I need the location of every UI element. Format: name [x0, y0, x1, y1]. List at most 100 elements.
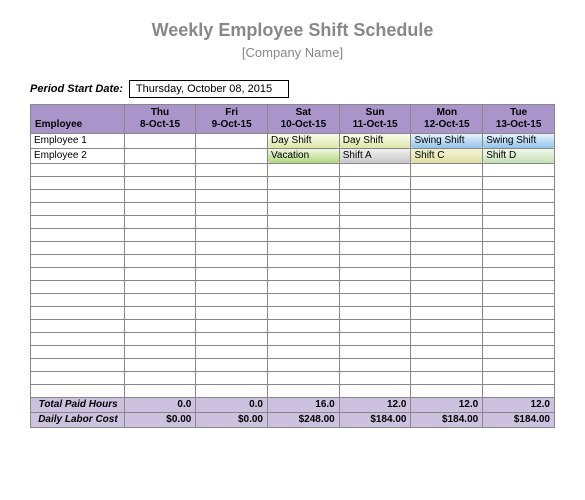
- shift-cell[interactable]: [483, 372, 555, 385]
- shift-cell[interactable]: [124, 333, 196, 346]
- shift-cell[interactable]: [483, 255, 555, 268]
- shift-cell[interactable]: [196, 216, 268, 229]
- shift-cell[interactable]: [124, 134, 196, 149]
- shift-cell[interactable]: [267, 242, 339, 255]
- employee-name-cell[interactable]: [31, 216, 125, 229]
- shift-cell[interactable]: [196, 255, 268, 268]
- shift-cell[interactable]: [411, 268, 483, 281]
- employee-name-cell[interactable]: [31, 333, 125, 346]
- shift-cell[interactable]: [411, 177, 483, 190]
- shift-cell[interactable]: [267, 216, 339, 229]
- shift-cell[interactable]: Swing Shift: [411, 134, 483, 149]
- employee-name-cell[interactable]: [31, 177, 125, 190]
- shift-cell[interactable]: [411, 242, 483, 255]
- employee-name-cell[interactable]: [31, 385, 125, 398]
- shift-cell[interactable]: [196, 268, 268, 281]
- shift-cell[interactable]: [483, 320, 555, 333]
- shift-cell[interactable]: [411, 164, 483, 177]
- shift-cell[interactable]: Shift D: [483, 149, 555, 164]
- shift-cell[interactable]: [483, 346, 555, 359]
- shift-cell[interactable]: [196, 242, 268, 255]
- shift-cell[interactable]: [124, 294, 196, 307]
- shift-cell[interactable]: [411, 255, 483, 268]
- shift-cell[interactable]: [339, 333, 411, 346]
- shift-cell[interactable]: [124, 149, 196, 164]
- shift-cell[interactable]: [483, 177, 555, 190]
- shift-cell[interactable]: [267, 346, 339, 359]
- shift-cell[interactable]: [339, 177, 411, 190]
- shift-cell[interactable]: [267, 177, 339, 190]
- employee-name-cell[interactable]: [31, 255, 125, 268]
- shift-cell[interactable]: Shift C: [411, 149, 483, 164]
- shift-cell[interactable]: [411, 346, 483, 359]
- shift-cell[interactable]: [267, 320, 339, 333]
- employee-name-cell[interactable]: [31, 229, 125, 242]
- shift-cell[interactable]: [196, 333, 268, 346]
- employee-name-cell[interactable]: [31, 281, 125, 294]
- shift-cell[interactable]: [196, 149, 268, 164]
- shift-cell[interactable]: [411, 359, 483, 372]
- shift-cell[interactable]: [483, 190, 555, 203]
- shift-cell[interactable]: [411, 294, 483, 307]
- shift-cell[interactable]: [267, 203, 339, 216]
- shift-cell[interactable]: [196, 203, 268, 216]
- shift-cell[interactable]: [411, 190, 483, 203]
- shift-cell[interactable]: [196, 177, 268, 190]
- shift-cell[interactable]: [124, 190, 196, 203]
- shift-cell[interactable]: [411, 333, 483, 346]
- shift-cell[interactable]: [339, 203, 411, 216]
- shift-cell[interactable]: [196, 190, 268, 203]
- shift-cell[interactable]: [267, 333, 339, 346]
- shift-cell[interactable]: [483, 307, 555, 320]
- shift-cell[interactable]: [411, 320, 483, 333]
- employee-name-cell[interactable]: [31, 372, 125, 385]
- shift-cell[interactable]: [483, 294, 555, 307]
- shift-cell[interactable]: [339, 216, 411, 229]
- shift-cell[interactable]: Day Shift: [339, 134, 411, 149]
- shift-cell[interactable]: [267, 281, 339, 294]
- employee-name-cell[interactable]: [31, 190, 125, 203]
- shift-cell[interactable]: [339, 346, 411, 359]
- shift-cell[interactable]: Vacation: [267, 149, 339, 164]
- shift-cell[interactable]: Day Shift: [267, 134, 339, 149]
- shift-cell[interactable]: [124, 281, 196, 294]
- shift-cell[interactable]: [267, 372, 339, 385]
- shift-cell[interactable]: [196, 307, 268, 320]
- shift-cell[interactable]: [124, 216, 196, 229]
- shift-cell[interactable]: [124, 359, 196, 372]
- shift-cell[interactable]: [267, 385, 339, 398]
- shift-cell[interactable]: [483, 359, 555, 372]
- shift-cell[interactable]: [124, 268, 196, 281]
- shift-cell[interactable]: [339, 294, 411, 307]
- shift-cell[interactable]: [267, 229, 339, 242]
- employee-name-cell[interactable]: [31, 164, 125, 177]
- shift-cell[interactable]: [124, 177, 196, 190]
- shift-cell[interactable]: [124, 242, 196, 255]
- shift-cell[interactable]: [196, 346, 268, 359]
- shift-cell[interactable]: [339, 242, 411, 255]
- employee-name-cell[interactable]: [31, 268, 125, 281]
- employee-name-cell[interactable]: [31, 203, 125, 216]
- shift-cell[interactable]: [267, 294, 339, 307]
- shift-cell[interactable]: [196, 359, 268, 372]
- shift-cell[interactable]: [411, 203, 483, 216]
- shift-cell[interactable]: [483, 164, 555, 177]
- shift-cell[interactable]: [196, 281, 268, 294]
- shift-cell[interactable]: [339, 255, 411, 268]
- employee-name-cell[interactable]: Employee 2: [31, 149, 125, 164]
- shift-cell[interactable]: [411, 216, 483, 229]
- shift-cell[interactable]: [124, 255, 196, 268]
- shift-cell[interactable]: [124, 164, 196, 177]
- shift-cell[interactable]: [196, 134, 268, 149]
- shift-cell[interactable]: [196, 320, 268, 333]
- shift-cell[interactable]: [483, 229, 555, 242]
- shift-cell[interactable]: [339, 359, 411, 372]
- shift-cell[interactable]: [339, 307, 411, 320]
- shift-cell[interactable]: [339, 229, 411, 242]
- employee-name-cell[interactable]: [31, 320, 125, 333]
- employee-name-cell[interactable]: [31, 307, 125, 320]
- shift-cell[interactable]: [411, 307, 483, 320]
- shift-cell[interactable]: Swing Shift: [483, 134, 555, 149]
- shift-cell[interactable]: [196, 164, 268, 177]
- shift-cell[interactable]: [339, 281, 411, 294]
